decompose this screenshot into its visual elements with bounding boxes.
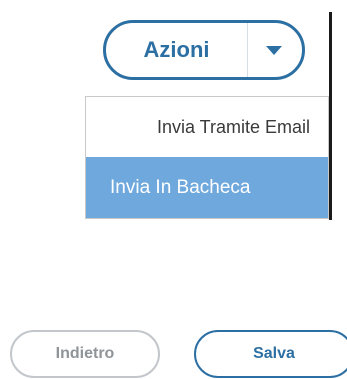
- menu-item-send-board[interactable]: Invia In Bacheca: [86, 157, 328, 218]
- caret-down-icon: [266, 45, 282, 55]
- panel-edge-divider: [329, 12, 332, 220]
- actions-dropdown-toggle[interactable]: [248, 23, 302, 77]
- actions-button[interactable]: Azioni: [106, 23, 248, 77]
- screen: Azioni Invia Tramite Email Invia In Bach…: [0, 0, 347, 379]
- menu-item-send-email[interactable]: Invia Tramite Email: [86, 97, 328, 157]
- actions-split-button: Azioni: [103, 20, 305, 80]
- actions-dropdown-menu: Invia Tramite Email Invia In Bacheca: [85, 96, 329, 219]
- back-button[interactable]: Indietro: [10, 330, 160, 378]
- save-button[interactable]: Salva: [194, 330, 347, 378]
